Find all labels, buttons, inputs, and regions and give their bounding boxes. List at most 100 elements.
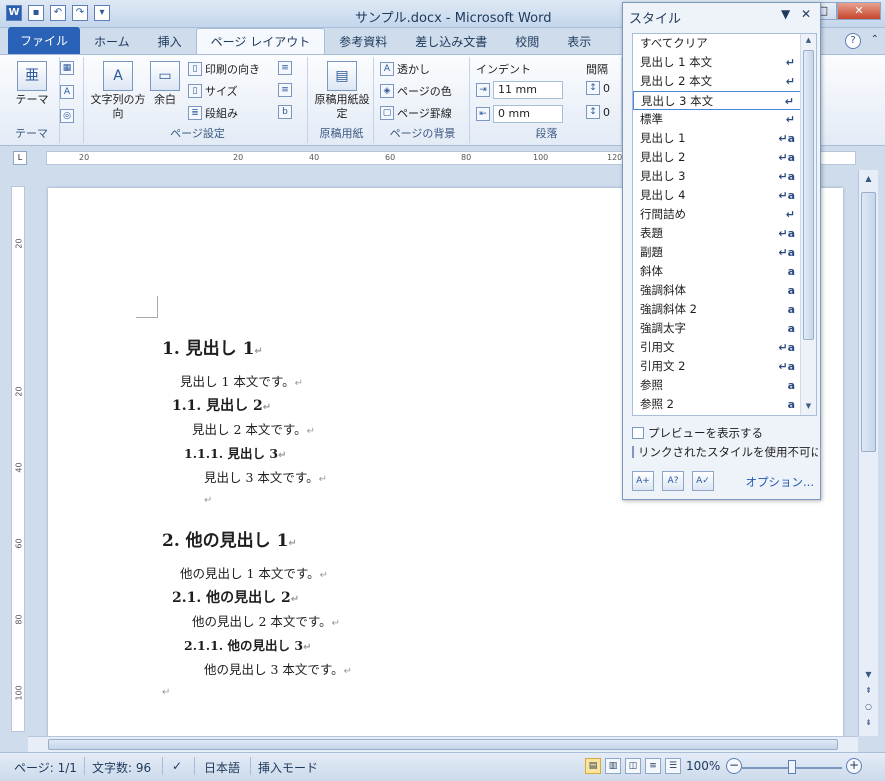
tab-insert[interactable]: 挿入 bbox=[144, 29, 196, 54]
tab-mailings[interactable]: 差し込み文書 bbox=[401, 29, 501, 54]
scroll-down-icon[interactable]: ▼ bbox=[861, 670, 876, 684]
other-heading-1[interactable]: 2. 他の見出し 1↵ bbox=[162, 526, 297, 551]
theme-fonts-icon[interactable]: A bbox=[60, 85, 74, 99]
heading-2[interactable]: 1.1. 見出し 2↵ bbox=[172, 395, 271, 415]
ribbon-collapse-icon[interactable]: ⌃ bbox=[871, 34, 879, 45]
page-borders-button[interactable]: ▢ ページ罫線 bbox=[380, 105, 452, 121]
disable-linked-styles-box[interactable] bbox=[632, 446, 634, 458]
text-direction-button[interactable]: A 文字列の方向 bbox=[90, 61, 146, 121]
heading-3[interactable]: 1.1.1. 見出し 3↵ bbox=[184, 443, 286, 462]
draft-icon[interactable]: ☰ bbox=[665, 758, 681, 774]
theme-effects-icon[interactable]: ◎ bbox=[60, 109, 74, 123]
style-item[interactable]: 強調斜体 a bbox=[633, 281, 801, 300]
show-preview-checkbox[interactable]: プレビューを表示する bbox=[632, 425, 763, 441]
status-language[interactable]: 日本語 bbox=[204, 759, 240, 776]
zoom-in-icon[interactable]: + bbox=[846, 758, 862, 774]
styles-scroll-up-icon[interactable]: ▲ bbox=[803, 36, 814, 44]
manuscript-settings-button[interactable]: ▤ 原稿用紙設定 bbox=[314, 61, 370, 121]
indent-right-input[interactable]: 0 mm bbox=[493, 105, 563, 123]
style-item[interactable]: 副題 ↵a bbox=[633, 243, 801, 262]
show-preview-box[interactable] bbox=[632, 427, 644, 439]
theme-colors-icon[interactable]: ▦ bbox=[60, 61, 74, 75]
pane-close-icon[interactable]: ✕ bbox=[801, 7, 811, 21]
line-numbers-icon[interactable]: ≡ bbox=[278, 83, 292, 97]
page-color-button[interactable]: ◈ ページの色 bbox=[380, 83, 452, 99]
spacing-before-input[interactable]: 0 bbox=[603, 82, 610, 95]
zoom-slider-knob[interactable] bbox=[788, 760, 796, 774]
vertical-scroll-thumb[interactable] bbox=[861, 192, 876, 452]
other-heading-2-body[interactable]: 他の見出し 2 本文です。↵ bbox=[192, 611, 340, 630]
styles-list-scrollbar[interactable]: ▲ ▼ bbox=[800, 34, 816, 415]
style-item[interactable]: 見出し 2 ↵a bbox=[633, 148, 801, 167]
browse-object-icon[interactable]: ○ bbox=[861, 702, 876, 716]
style-item[interactable]: 行間詰め ↵ bbox=[633, 205, 801, 224]
vertical-scrollbar[interactable]: ▲ ▼ ⇞ ○ ⇟ bbox=[858, 170, 878, 736]
style-item-selected[interactable]: 見出し 3 本文 ↵ bbox=[633, 91, 801, 110]
vertical-ruler[interactable]: 20 20 40 60 80 100 bbox=[11, 186, 25, 732]
empty-paragraph[interactable]: ↵ bbox=[204, 491, 212, 506]
outline-icon[interactable]: ≡ bbox=[645, 758, 661, 774]
previous-page-icon[interactable]: ⇞ bbox=[861, 686, 876, 700]
tab-home[interactable]: ホーム bbox=[80, 29, 144, 54]
final-empty-paragraph[interactable]: ↵ bbox=[162, 683, 170, 698]
other-heading-3-body[interactable]: 他の見出し 3 本文です。↵ bbox=[204, 659, 352, 678]
style-item[interactable]: 見出し 3 ↵a bbox=[633, 167, 801, 186]
style-item[interactable]: 引用文 2 ↵a bbox=[633, 357, 801, 376]
save-icon[interactable]: ▪ bbox=[28, 5, 44, 21]
margins-button[interactable]: ▭ 余白 bbox=[148, 61, 182, 107]
scroll-up-icon[interactable]: ▲ bbox=[861, 174, 876, 188]
pane-options-chevron-icon[interactable]: ▼ bbox=[781, 7, 790, 21]
spacing-after-input[interactable]: 0 bbox=[603, 106, 610, 119]
new-style-icon[interactable]: A+ bbox=[632, 471, 654, 491]
horizontal-scroll-thumb[interactable] bbox=[48, 739, 838, 750]
style-inspector-icon[interactable]: A? bbox=[662, 471, 684, 491]
undo-icon[interactable]: ↶ bbox=[50, 5, 66, 21]
size-button[interactable]: ▯ サイズ bbox=[188, 83, 238, 99]
tab-file[interactable]: ファイル bbox=[8, 27, 81, 54]
style-item[interactable]: 標準 ↵ bbox=[633, 110, 801, 129]
styles-scroll-down-icon[interactable]: ▼ bbox=[803, 402, 814, 410]
tab-selector-icon[interactable]: L bbox=[13, 151, 27, 165]
style-item[interactable]: 見出し 2 本文 ↵ bbox=[633, 72, 801, 91]
status-insert-mode[interactable]: 挿入モード bbox=[258, 759, 318, 776]
full-screen-reading-icon[interactable]: ▥ bbox=[605, 758, 621, 774]
zoom-out-icon[interactable]: − bbox=[726, 758, 742, 774]
style-item[interactable]: 表題 ↵a bbox=[633, 224, 801, 243]
style-item[interactable]: 斜体 a bbox=[633, 262, 801, 281]
style-item[interactable]: すべてクリア bbox=[633, 34, 801, 53]
status-word-count[interactable]: 文字数: 96 bbox=[92, 759, 151, 776]
web-layout-icon[interactable]: ◫ bbox=[625, 758, 641, 774]
other-heading-3[interactable]: 2.1.1. 他の見出し 3↵ bbox=[184, 635, 311, 654]
horizontal-scrollbar[interactable] bbox=[28, 736, 858, 752]
theme-button[interactable]: 亜 テーマ bbox=[14, 61, 50, 107]
style-item[interactable]: 引用文 ↵a bbox=[633, 338, 801, 357]
style-item[interactable]: 強調太字 a bbox=[633, 319, 801, 338]
customize-qat-icon[interactable]: ▾ bbox=[94, 5, 110, 21]
indent-left-input[interactable]: 11 mm bbox=[493, 81, 563, 99]
other-heading-2[interactable]: 2.1. 他の見出し 2↵ bbox=[172, 587, 299, 607]
orientation-button[interactable]: ▯ 印刷の向き bbox=[188, 61, 260, 77]
style-item[interactable]: 見出し 1 本文 ↵ bbox=[633, 53, 801, 72]
heading-3-body[interactable]: 見出し 3 本文です。↵ bbox=[204, 467, 327, 486]
disable-linked-styles-checkbox[interactable]: リンクされたスタイルを使用不可にする bbox=[632, 444, 818, 460]
close-button[interactable]: ✕ bbox=[837, 2, 881, 20]
help-icon[interactable]: ? bbox=[845, 33, 861, 49]
other-heading-1-body[interactable]: 他の見出し 1 本文です。↵ bbox=[180, 563, 328, 582]
word-logo-icon[interactable]: W bbox=[6, 5, 22, 21]
proofing-icon[interactable]: ✓ bbox=[172, 759, 182, 773]
style-item[interactable]: 見出し 4 ↵a bbox=[633, 186, 801, 205]
styles-scroll-thumb[interactable] bbox=[803, 50, 814, 340]
breaks-icon[interactable]: ≡ bbox=[278, 61, 292, 75]
tab-references[interactable]: 参考資料 bbox=[325, 29, 401, 54]
style-item[interactable]: 参照 2a bbox=[633, 395, 801, 414]
status-page[interactable]: ページ: 1/1 bbox=[14, 759, 77, 776]
heading-1[interactable]: 1. 見出し 1↵ bbox=[162, 334, 263, 359]
styles-options-link[interactable]: オプション... bbox=[746, 474, 814, 490]
tab-view[interactable]: 表示 bbox=[553, 29, 605, 54]
heading-1-body[interactable]: 見出し 1 本文です。↵ bbox=[180, 371, 303, 390]
heading-2-body[interactable]: 見出し 2 本文です。↵ bbox=[192, 419, 315, 438]
next-page-icon[interactable]: ⇟ bbox=[861, 718, 876, 732]
hyphenation-icon[interactable]: b bbox=[278, 105, 292, 119]
tab-page-layout[interactable]: ページ レイアウト bbox=[195, 28, 326, 54]
style-item[interactable]: 強調斜体 2a bbox=[633, 300, 801, 319]
